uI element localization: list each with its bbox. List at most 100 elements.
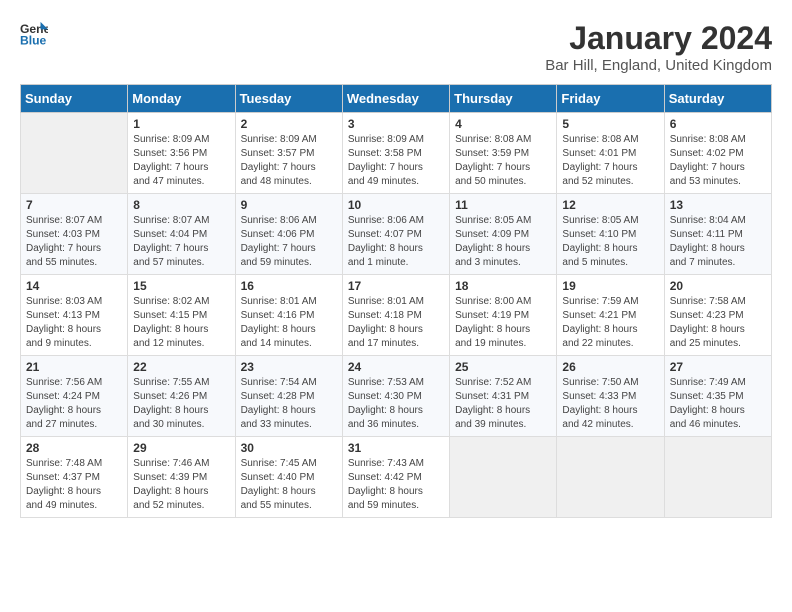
table-row: 23Sunrise: 7:54 AMSunset: 4:28 PMDayligh… (235, 356, 342, 437)
calendar-table: Sunday Monday Tuesday Wednesday Thursday… (20, 84, 772, 518)
day-number: 29 (133, 441, 229, 455)
table-row: 18 Sunrise: 8:00 AMSunset: 4:19 PMDayligh… (450, 275, 557, 356)
day-number: 8 (133, 198, 229, 212)
table-row: 13 Sunrise: 8:04 AMSunset: 4:11 PMDayligh… (664, 194, 771, 275)
day-number: 24 (348, 360, 444, 374)
day-number: 23 (241, 360, 337, 374)
calendar-subtitle: Bar Hill, England, United Kingdom (545, 57, 772, 74)
day-number: 6 (670, 117, 766, 131)
table-row: 11 Sunrise: 8:05 AMSunset: 4:09 PMDayligh… (450, 194, 557, 275)
day-number: 10 (348, 198, 444, 212)
day-info: Sunrise: 7:59 AMSunset: 4:21 PMDaylight:… (562, 295, 658, 351)
table-row: 7Sunrise: 8:07 AMSunset: 4:03 PMDaylight… (21, 194, 128, 275)
table-row: 27 Sunrise: 7:49 AMSunset: 4:35 PMDayligh… (664, 356, 771, 437)
day-number: 14 (26, 279, 122, 293)
table-row: 29 Sunrise: 7:46 AMSunset: 4:39 PMDayligh… (128, 437, 235, 518)
table-row: 28 Sunrise: 7:48 AMSunset: 4:37 PMDayligh… (21, 437, 128, 518)
table-row: 8 Sunrise: 8:07 AMSunset: 4:04 PMDaylight… (128, 194, 235, 275)
day-number: 26 (562, 360, 658, 374)
day-info: Sunrise: 8:08 AMSunset: 4:01 PMDaylight:… (562, 133, 658, 189)
day-number: 17 (348, 279, 444, 293)
day-info: Sunrise: 7:43 AMSunset: 4:42 PMDaylight:… (348, 457, 444, 513)
day-number: 28 (26, 441, 122, 455)
day-info: Sunrise: 8:00 AMSunset: 4:19 PMDaylight:… (455, 295, 551, 351)
day-number: 19 (562, 279, 658, 293)
table-row: 6 Sunrise: 8:08 AMSunset: 4:02 PMDaylight… (664, 113, 771, 194)
table-row: 4 Sunrise: 8:08 AMSunset: 3:59 PMDaylight… (450, 113, 557, 194)
day-number: 27 (670, 360, 766, 374)
header: General Blue January 2024 Bar Hill, Engl… (20, 20, 772, 74)
day-info: Sunrise: 7:55 AMSunset: 4:26 PMDaylight:… (133, 376, 229, 432)
table-row: 9Sunrise: 8:06 AMSunset: 4:06 PMDaylight… (235, 194, 342, 275)
day-info: Sunrise: 8:09 AMSunset: 3:56 PMDaylight:… (133, 133, 229, 189)
day-info: Sunrise: 7:56 AMSunset: 4:24 PMDaylight:… (26, 376, 122, 432)
day-number: 18 (455, 279, 551, 293)
day-number: 2 (241, 117, 337, 131)
day-number: 4 (455, 117, 551, 131)
day-number: 3 (348, 117, 444, 131)
table-row: 14 Sunrise: 8:03 AMSunset: 4:13 PMDayligh… (21, 275, 128, 356)
table-row (21, 113, 128, 194)
table-row (557, 437, 664, 518)
day-number: 13 (670, 198, 766, 212)
col-friday: Friday (557, 85, 664, 113)
table-row: 20 Sunrise: 7:58 AMSunset: 4:23 PMDayligh… (664, 275, 771, 356)
day-number: 22 (133, 360, 229, 374)
day-number: 20 (670, 279, 766, 293)
table-row: 5 Sunrise: 8:08 AMSunset: 4:01 PMDaylight… (557, 113, 664, 194)
day-info: Sunrise: 8:03 AMSunset: 4:13 PMDaylight:… (26, 295, 122, 351)
table-row: 15 Sunrise: 8:02 AMSunset: 4:15 PMDayligh… (128, 275, 235, 356)
day-number: 5 (562, 117, 658, 131)
day-info: Sunrise: 8:09 AMSunset: 3:57 PMDaylight:… (241, 133, 337, 189)
col-monday: Monday (128, 85, 235, 113)
day-info: Sunrise: 8:08 AMSunset: 4:02 PMDaylight:… (670, 133, 766, 189)
calendar-header-row: Sunday Monday Tuesday Wednesday Thursday… (21, 85, 772, 113)
calendar-week-row: 21 Sunrise: 7:56 AMSunset: 4:24 PMDayligh… (21, 356, 772, 437)
table-row: 31 Sunrise: 7:43 AMSunset: 4:42 PMDayligh… (342, 437, 449, 518)
day-number: 16 (241, 279, 337, 293)
day-number: 7 (26, 198, 122, 212)
day-info: Sunrise: 8:06 AMSunset: 4:07 PMDaylight:… (348, 214, 444, 270)
day-info: Sunrise: 8:02 AMSunset: 4:15 PMDaylight:… (133, 295, 229, 351)
day-info: Sunrise: 7:48 AMSunset: 4:37 PMDaylight:… (26, 457, 122, 513)
table-row: 3 Sunrise: 8:09 AMSunset: 3:58 PMDaylight… (342, 113, 449, 194)
table-row: 22 Sunrise: 7:55 AMSunset: 4:26 PMDayligh… (128, 356, 235, 437)
table-row: 25Sunrise: 7:52 AMSunset: 4:31 PMDayligh… (450, 356, 557, 437)
col-sunday: Sunday (21, 85, 128, 113)
table-row: 2 Sunrise: 8:09 AMSunset: 3:57 PMDaylight… (235, 113, 342, 194)
table-row: 12 Sunrise: 8:05 AMSunset: 4:10 PMDayligh… (557, 194, 664, 275)
table-row: 30Sunrise: 7:45 AMSunset: 4:40 PMDayligh… (235, 437, 342, 518)
table-row: 16Sunrise: 8:01 AMSunset: 4:16 PMDayligh… (235, 275, 342, 356)
title-area: January 2024 Bar Hill, England, United K… (545, 20, 772, 74)
day-info: Sunrise: 8:04 AMSunset: 4:11 PMDaylight:… (670, 214, 766, 270)
calendar-title: January 2024 (545, 20, 772, 57)
day-number: 1 (133, 117, 229, 131)
logo-icon: General Blue (20, 20, 48, 48)
day-number: 21 (26, 360, 122, 374)
day-number: 11 (455, 198, 551, 212)
day-info: Sunrise: 7:53 AMSunset: 4:30 PMDaylight:… (348, 376, 444, 432)
table-row: 19 Sunrise: 7:59 AMSunset: 4:21 PMDayligh… (557, 275, 664, 356)
calendar-week-row: 14 Sunrise: 8:03 AMSunset: 4:13 PMDayligh… (21, 275, 772, 356)
day-info: Sunrise: 8:08 AMSunset: 3:59 PMDaylight:… (455, 133, 551, 189)
day-number: 15 (133, 279, 229, 293)
table-row: 1 Sunrise: 8:09 AMSunset: 3:56 PMDaylight… (128, 113, 235, 194)
col-saturday: Saturday (664, 85, 771, 113)
day-info: Sunrise: 7:49 AMSunset: 4:35 PMDaylight:… (670, 376, 766, 432)
day-info: Sunrise: 7:50 AMSunset: 4:33 PMDaylight:… (562, 376, 658, 432)
svg-text:Blue: Blue (20, 33, 47, 47)
day-number: 31 (348, 441, 444, 455)
day-info: Sunrise: 8:07 AMSunset: 4:04 PMDaylight:… (133, 214, 229, 270)
day-info: Sunrise: 8:05 AMSunset: 4:10 PMDaylight:… (562, 214, 658, 270)
table-row: 10 Sunrise: 8:06 AMSunset: 4:07 PMDayligh… (342, 194, 449, 275)
day-info: Sunrise: 7:58 AMSunset: 4:23 PMDaylight:… (670, 295, 766, 351)
day-number: 25 (455, 360, 551, 374)
table-row (664, 437, 771, 518)
day-info: Sunrise: 8:09 AMSunset: 3:58 PMDaylight:… (348, 133, 444, 189)
day-info: Sunrise: 7:45 AMSunset: 4:40 PMDaylight:… (241, 457, 337, 513)
table-row: 21 Sunrise: 7:56 AMSunset: 4:24 PMDayligh… (21, 356, 128, 437)
day-info: Sunrise: 7:46 AMSunset: 4:39 PMDaylight:… (133, 457, 229, 513)
table-row: 17Sunrise: 8:01 AMSunset: 4:18 PMDayligh… (342, 275, 449, 356)
day-number: 12 (562, 198, 658, 212)
day-info: Sunrise: 8:05 AMSunset: 4:09 PMDaylight:… (455, 214, 551, 270)
